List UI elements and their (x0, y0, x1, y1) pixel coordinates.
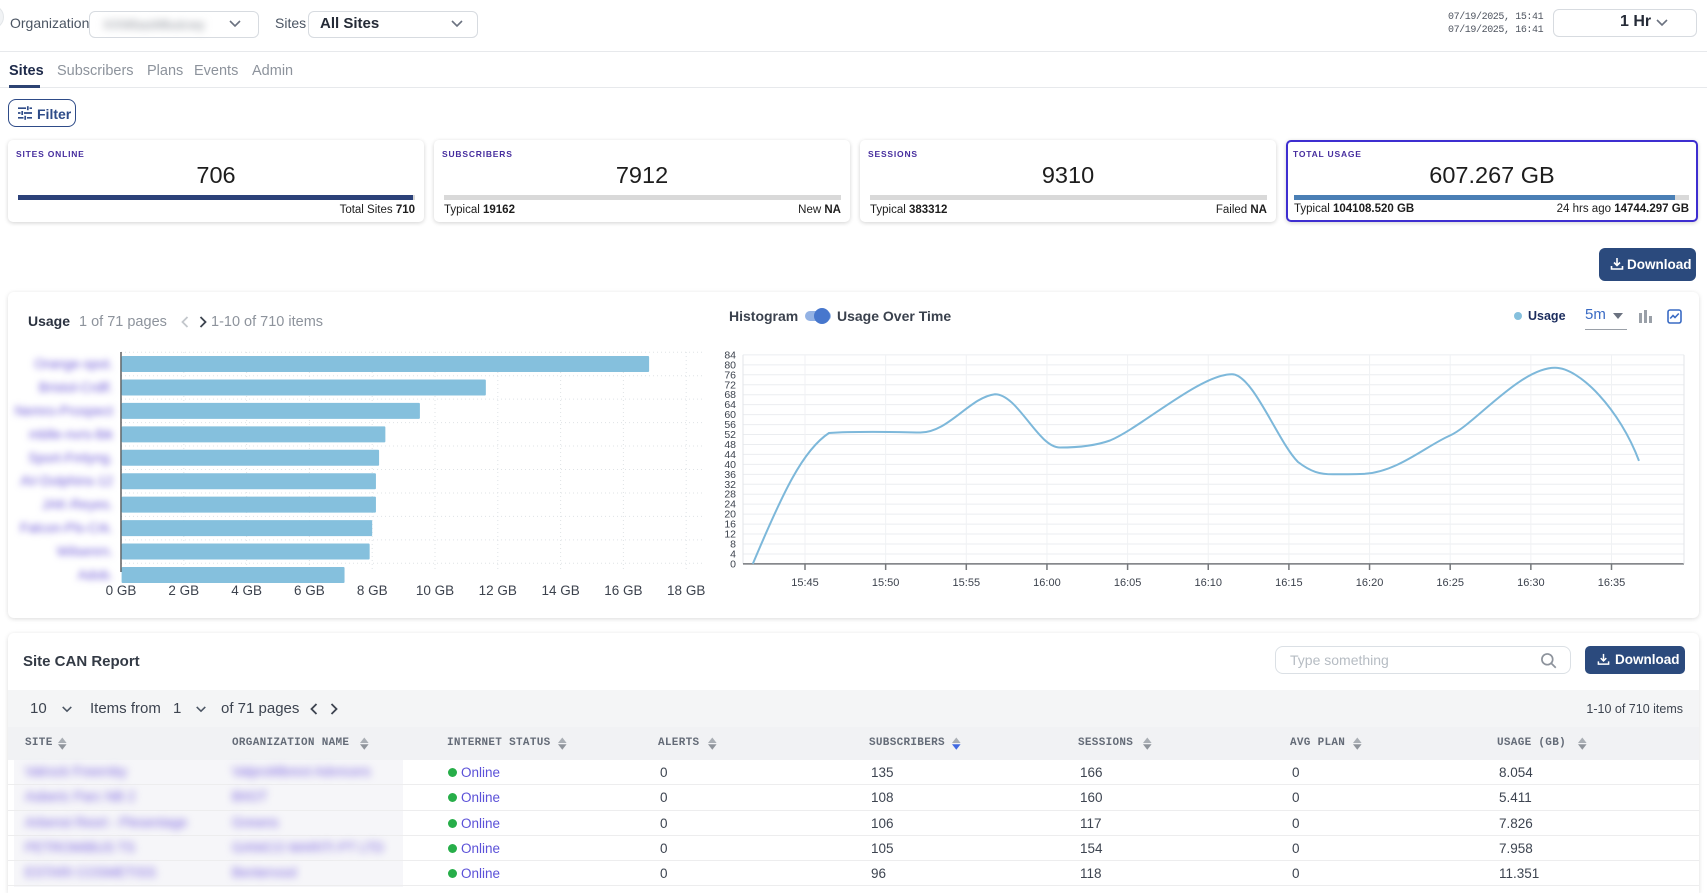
svg-text:Bristol-Crdlf.: Bristol-Crdlf. (39, 380, 113, 395)
svg-text:16:30: 16:30 (1517, 577, 1545, 589)
svg-text:Adob.: Adob. (78, 567, 113, 582)
svg-text:16:10: 16:10 (1194, 577, 1222, 589)
svg-text:16:20: 16:20 (1356, 577, 1384, 589)
svg-text:AV-Dolphins-12: AV-Dolphins-12 (20, 474, 113, 489)
svg-text:Sport-Fmlyng.: Sport-Fmlyng. (28, 450, 113, 465)
svg-text:16 GB: 16 GB (604, 583, 642, 598)
svg-text:Nemro-Prospect: Nemro-Prospect (15, 403, 114, 418)
svg-text:16:05: 16:05 (1114, 577, 1142, 589)
svg-text:4 GB: 4 GB (231, 583, 262, 598)
svg-text:8 GB: 8 GB (357, 583, 388, 598)
svg-text:16:35: 16:35 (1598, 577, 1626, 589)
svg-text:Orange-spot.: Orange-spot. (34, 357, 113, 372)
svg-text:6 GB: 6 GB (294, 583, 325, 598)
svg-text:15:50: 15:50 (872, 577, 900, 589)
svg-text:12 GB: 12 GB (479, 583, 517, 598)
svg-text:Wilsenrn.: Wilsenrn. (57, 544, 113, 559)
svg-text:0 GB: 0 GB (106, 583, 137, 598)
svg-text:Falcon-Pls-Crk.: Falcon-Pls-Crk. (20, 521, 113, 536)
svg-text:16:25: 16:25 (1436, 577, 1464, 589)
svg-text:2 GB: 2 GB (168, 583, 199, 598)
svg-text:14 GB: 14 GB (541, 583, 579, 598)
svg-text:10 GB: 10 GB (416, 583, 454, 598)
svg-text:15:45: 15:45 (791, 577, 819, 589)
svg-text:18 GB: 18 GB (667, 583, 705, 598)
svg-text:16:00: 16:00 (1033, 577, 1061, 589)
svg-text:JAK-Reyes.: JAK-Reyes. (42, 497, 113, 512)
svg-text:16:15: 16:15 (1275, 577, 1303, 589)
svg-text:mblle-nvrs-lbk: mblle-nvrs-lbk (29, 427, 113, 442)
svg-text:15:55: 15:55 (953, 577, 981, 589)
svg-text:84: 84 (724, 349, 736, 361)
